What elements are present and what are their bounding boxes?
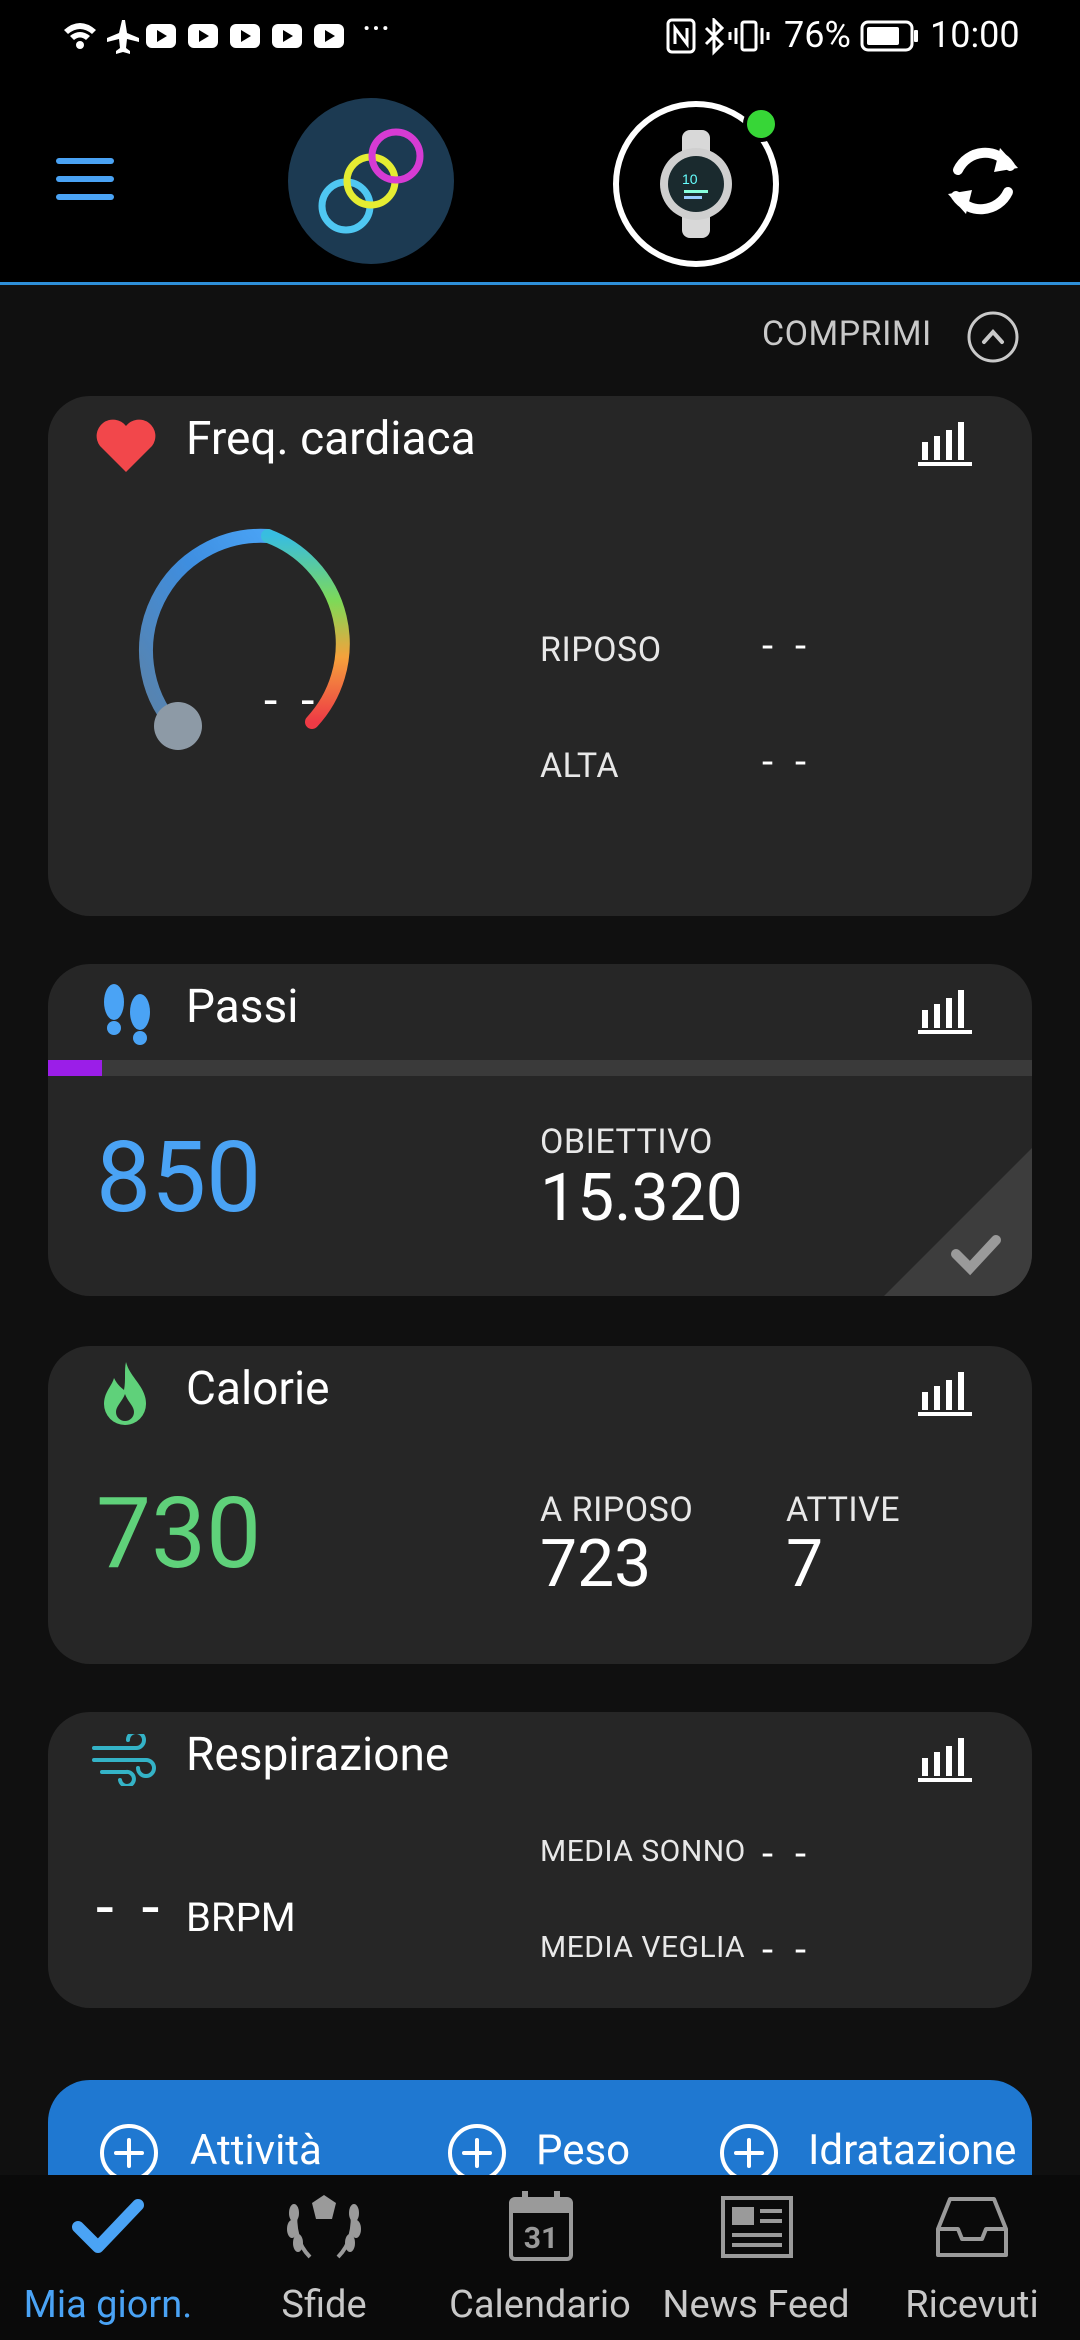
add-hydration-label: Idratazione (808, 2126, 1017, 2175)
resting-calories-value: 723 (540, 1526, 652, 1603)
flame-icon (104, 1362, 146, 1425)
nav-inbox[interactable]: Ricevuti (864, 2175, 1080, 2340)
sleep-average-value: - - (762, 1830, 813, 1877)
steps-goal-label: OBIETTIVO (540, 1122, 713, 1162)
chart-icon[interactable] (918, 990, 972, 1034)
heart-icon (96, 419, 156, 472)
wifi-icon (64, 23, 96, 49)
sync-icon[interactable] (944, 138, 1022, 224)
app-header: 10 (0, 72, 1080, 285)
active-calories-value: 7 (786, 1526, 824, 1603)
high-value: - - (762, 738, 813, 785)
hamburger-icon[interactable] (56, 158, 114, 200)
svg-text:10: 10 (682, 171, 698, 187)
footprints-icon (104, 984, 150, 1045)
respiration-value: - - (96, 1870, 166, 1945)
nav-news-feed[interactable]: News Feed (648, 2175, 864, 2340)
sleep-average-label: MEDIA SONNO (540, 1834, 746, 1869)
battery-percent: 76% (784, 14, 851, 56)
chart-icon[interactable] (918, 422, 972, 466)
heart-rate-card[interactable]: Freq. cardiaca - - RIPOSO - - ALTA - - (48, 396, 1032, 916)
chart-icon[interactable] (918, 1372, 972, 1416)
airplane-icon (107, 20, 139, 54)
connected-dot (743, 106, 779, 142)
high-label: ALTA (540, 746, 620, 786)
nav-my-day-label: Mia giorn. (23, 2283, 193, 2327)
battery-icon (860, 20, 918, 52)
respiration-unit: BRPM (186, 1894, 296, 1941)
nav-my-day[interactable]: Mia giorn. (0, 2175, 216, 2340)
bluetooth-icon (704, 18, 725, 56)
calories-title: Calorie (186, 1362, 330, 1416)
steps-title: Passi (186, 980, 299, 1034)
rest-label: RIPOSO (540, 630, 662, 670)
respiration-card[interactable]: Respirazione - - BRPM MEDIA SONNO - - ME… (48, 1712, 1032, 2008)
heart-rate-current: - - (264, 672, 321, 729)
nav-challenges-label: Sfide (281, 2283, 367, 2327)
calories-card[interactable]: Calorie 730 A RIPOSO 723 ATTIVE 7 (48, 1346, 1032, 1664)
checkmark-icon (72, 2199, 144, 2253)
status-icons-left (64, 20, 344, 54)
clock: 10:00 (930, 14, 1020, 56)
respiration-title: Respirazione (186, 1728, 450, 1782)
awake-average-label: MEDIA VEGLIA (540, 1930, 746, 1965)
wind-icon (92, 1734, 156, 1786)
goal-corner (884, 1148, 1032, 1296)
heart-rate-gauge (139, 528, 350, 750)
steps-progress-fill (48, 1060, 103, 1076)
nav-inbox-label: Ricevuti (905, 2283, 1039, 2327)
calendar-day: 31 (523, 2221, 559, 2256)
collapse-label: COMPRIMI (762, 314, 932, 354)
newspaper-icon (721, 2196, 793, 2258)
collapse-button[interactable]: COMPRIMI (760, 308, 1040, 364)
bottom-navigation: Mia giorn. Sfide 31 Calendario News Feed… (0, 2175, 1080, 2340)
overflow-indicator: ··· (362, 8, 391, 50)
add-weight-label: Peso (536, 2126, 631, 2175)
laurel-icon (287, 2195, 361, 2259)
chart-icon[interactable] (918, 1738, 972, 1782)
vibrate-icon (728, 20, 770, 52)
rest-value: - - (762, 622, 813, 669)
calories-value: 730 (96, 1476, 262, 1591)
active-calories-label: ATTIVE (786, 1490, 901, 1530)
steps-card[interactable]: Passi 850 OBIETTIVO 15.320 (48, 964, 1032, 1296)
add-activity-label: Attività (190, 2126, 322, 2175)
steps-value: 850 (96, 1120, 262, 1235)
connect-rings-logo[interactable] (288, 98, 454, 264)
nfc-icon (666, 18, 696, 54)
nav-calendar[interactable]: 31 Calendario (432, 2175, 648, 2340)
steps-goal-value: 15.320 (540, 1160, 743, 1237)
resting-calories-label: A RIPOSO (540, 1490, 694, 1530)
nav-challenges[interactable]: Sfide (216, 2175, 432, 2340)
awake-average-value: - - (762, 1926, 813, 1973)
chevron-up-icon (967, 311, 1019, 363)
nav-calendar-label: Calendario (449, 2283, 631, 2327)
watch-device-icon[interactable]: 10 (610, 92, 790, 272)
steps-progress-track (48, 1060, 1032, 1076)
nav-news-feed-label: News Feed (662, 2283, 850, 2327)
status-bar: ··· 76% 10:00 (0, 0, 1080, 72)
heart-rate-title: Freq. cardiaca (186, 412, 476, 466)
inbox-tray-icon (936, 2197, 1008, 2257)
